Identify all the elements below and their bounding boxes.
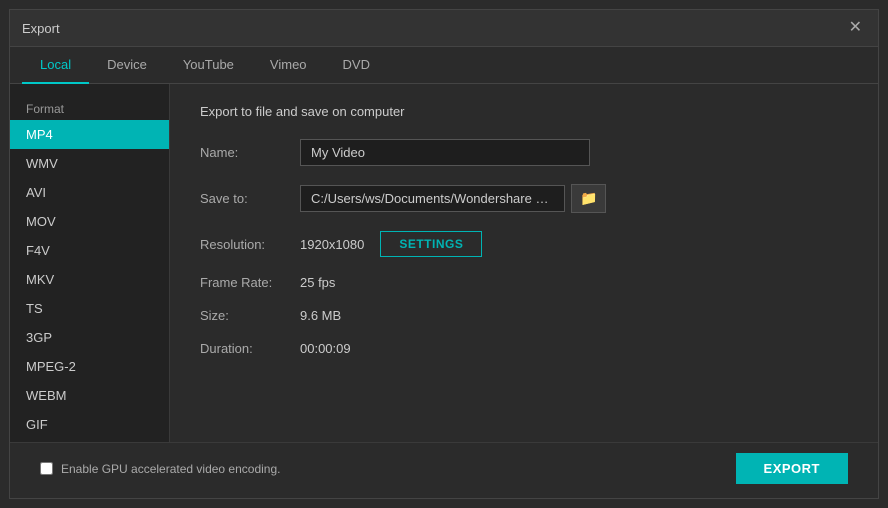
export-dialog: Export ✕ Local Device YouTube Vimeo DVD … (9, 9, 879, 499)
resolution-row: Resolution: 1920x1080 SETTINGS (200, 231, 848, 257)
size-label: Size: (200, 308, 300, 323)
format-sidebar: Format MP4 WMV AVI MOV F4V MKV TS 3GP MP… (10, 84, 170, 442)
sidebar-item-ts[interactable]: TS (10, 294, 169, 323)
section-title: Export to file and save on computer (200, 104, 848, 119)
sidebar-item-f4v[interactable]: F4V (10, 236, 169, 265)
duration-value: 00:00:09 (300, 341, 351, 356)
save-to-row: Save to: 📁 (200, 184, 848, 213)
sidebar-format-label: Format (10, 94, 169, 120)
folder-icon: 📁 (580, 190, 597, 206)
export-button[interactable]: EXPORT (736, 453, 848, 484)
sidebar-item-mpeg2[interactable]: MPEG-2 (10, 352, 169, 381)
tab-youtube[interactable]: YouTube (165, 47, 252, 84)
content-area: Format MP4 WMV AVI MOV F4V MKV TS 3GP MP… (10, 84, 878, 442)
sidebar-item-3gp[interactable]: 3GP (10, 323, 169, 352)
gpu-checkbox[interactable] (40, 462, 53, 475)
tab-device[interactable]: Device (89, 47, 165, 84)
sidebar-item-mp4[interactable]: MP4 (10, 120, 169, 149)
sidebar-item-mov[interactable]: MOV (10, 207, 169, 236)
frame-rate-value: 25 fps (300, 275, 335, 290)
name-label: Name: (200, 145, 300, 160)
name-input[interactable] (300, 139, 590, 166)
footer: Enable GPU accelerated video encoding. E… (10, 442, 878, 498)
resolution-label: Resolution: (200, 237, 300, 252)
duration-row: Duration: 00:00:09 (200, 341, 848, 356)
resolution-value: 1920x1080 (300, 237, 364, 252)
sidebar-item-wmv[interactable]: WMV (10, 149, 169, 178)
size-value: 9.6 MB (300, 308, 341, 323)
dialog-title: Export (22, 21, 60, 36)
size-row: Size: 9.6 MB (200, 308, 848, 323)
sidebar-item-mkv[interactable]: MKV (10, 265, 169, 294)
name-row: Name: (200, 139, 848, 166)
sidebar-item-webm[interactable]: WEBM (10, 381, 169, 410)
save-to-input-group: 📁 (300, 184, 606, 213)
browse-folder-button[interactable]: 📁 (571, 184, 606, 213)
resolution-group: 1920x1080 SETTINGS (300, 231, 482, 257)
sidebar-item-gif[interactable]: GIF (10, 410, 169, 439)
frame-rate-row: Frame Rate: 25 fps (200, 275, 848, 290)
close-button[interactable]: ✕ (845, 18, 866, 38)
main-panel: Export to file and save on computer Name… (170, 84, 878, 442)
frame-rate-label: Frame Rate: (200, 275, 300, 290)
gpu-label: Enable GPU accelerated video encoding. (61, 462, 280, 476)
sidebar-item-avi[interactable]: AVI (10, 178, 169, 207)
tab-dvd[interactable]: DVD (325, 47, 388, 84)
tab-local[interactable]: Local (22, 47, 89, 84)
gpu-row: Enable GPU accelerated video encoding. (40, 462, 280, 476)
tab-vimeo[interactable]: Vimeo (252, 47, 325, 84)
settings-button[interactable]: SETTINGS (380, 231, 482, 257)
title-bar: Export ✕ (10, 10, 878, 47)
tab-bar: Local Device YouTube Vimeo DVD (10, 47, 878, 84)
duration-label: Duration: (200, 341, 300, 356)
save-to-label: Save to: (200, 191, 300, 206)
save-to-input[interactable] (300, 185, 565, 212)
